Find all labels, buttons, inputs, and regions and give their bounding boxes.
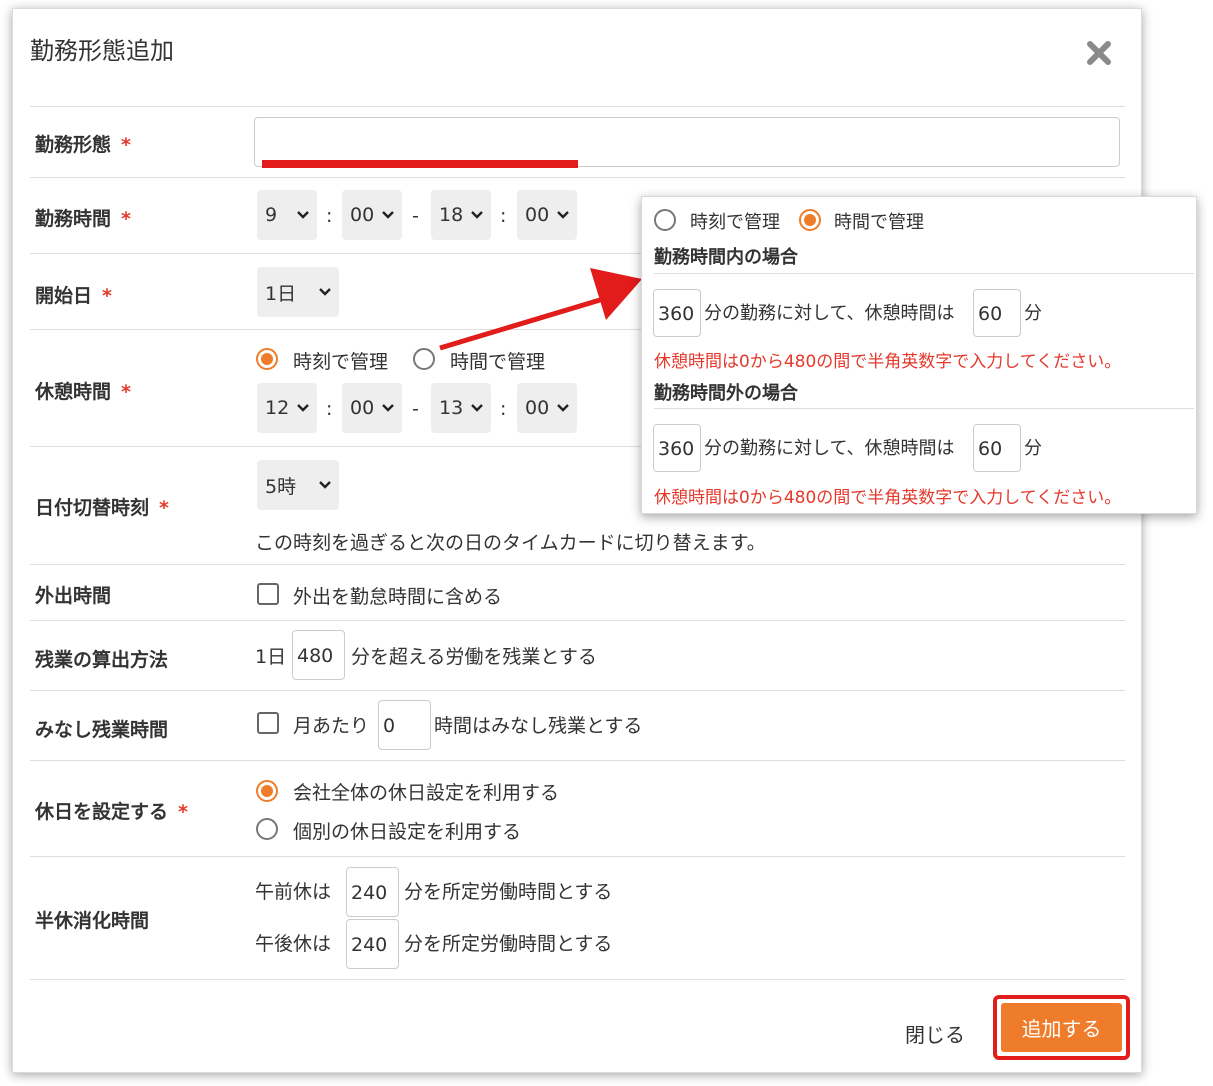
- divider: [30, 564, 1125, 565]
- redacted-text-marker: [262, 160, 578, 168]
- outside-mid-text: 分の勤務に対して、休憩時間は: [704, 438, 955, 459]
- overtime-label: 残業の算出方法: [35, 649, 169, 671]
- half-day-pm-prefix: 午後休は: [255, 933, 332, 955]
- outside-break-minutes-input[interactable]: 60: [973, 424, 1021, 472]
- holiday-company-radio[interactable]: [256, 780, 278, 802]
- half-day-label: 半休消化時間: [35, 910, 150, 932]
- work-start-min-select[interactable]: 00: [342, 190, 402, 240]
- popup-clock-radio[interactable]: [654, 209, 676, 231]
- within-hours-title: 勤務時間内の場合: [654, 247, 798, 268]
- within-work-minutes-input[interactable]: 360: [653, 289, 701, 337]
- chevron-down-icon: [297, 404, 309, 412]
- close-button[interactable]: 閉じる: [905, 1019, 965, 1048]
- within-mid-text: 分の勤務に対して、休憩時間は: [704, 303, 955, 324]
- time-dash: -: [412, 205, 419, 227]
- day-switch-select[interactable]: 5時: [257, 460, 339, 510]
- break-clock-radio[interactable]: [256, 348, 278, 370]
- break-start-hour-select[interactable]: 12: [257, 383, 317, 433]
- time-colon: :: [326, 205, 333, 227]
- work-end-min-select[interactable]: 00: [517, 190, 577, 240]
- divider: [30, 856, 1125, 857]
- within-unit: 分: [1024, 303, 1042, 324]
- outside-work-minutes-input[interactable]: 360: [653, 424, 701, 472]
- deemed-overtime-checkbox[interactable]: [257, 712, 279, 734]
- close-icon[interactable]: [1085, 39, 1113, 67]
- overtime-prefix: 1日: [255, 646, 287, 668]
- half-day-am-input[interactable]: 240: [346, 867, 399, 917]
- break-duration-radio[interactable]: [413, 348, 435, 370]
- break-end-hour-select[interactable]: 13: [431, 383, 491, 433]
- chevron-down-icon: [382, 211, 394, 219]
- divider: [30, 690, 1125, 691]
- start-day-select[interactable]: 1日: [257, 267, 339, 317]
- outing-checkbox-label: 外出を勤怠時間に含める: [293, 586, 503, 608]
- time-dash: -: [412, 398, 419, 420]
- divider: [654, 408, 1194, 409]
- popup-duration-label: 時間で管理: [834, 212, 924, 233]
- overtime-minutes-input[interactable]: 480: [292, 630, 345, 680]
- half-day-pm-suffix: 分を所定労働時間とする: [404, 933, 613, 955]
- divider: [30, 620, 1125, 621]
- chevron-down-icon: [382, 404, 394, 412]
- divider: [30, 979, 1125, 980]
- popup-duration-radio[interactable]: [799, 209, 821, 231]
- holiday-individual-label: 個別の休日設定を利用する: [293, 821, 522, 843]
- popup-clock-label: 時刻で管理: [690, 212, 780, 233]
- modal-dialog: 勤務形態追加 勤務形態 * 勤務時間 * 9 : 00 - 18 : 00 開始日 *…: [12, 8, 1142, 1073]
- divider: [30, 177, 1125, 178]
- holiday-company-label: 会社全体の休日設定を利用する: [293, 782, 560, 804]
- chevron-down-icon: [297, 211, 309, 219]
- half-day-pm-input[interactable]: 240: [346, 919, 399, 969]
- break-duration-label: 時間で管理: [450, 351, 546, 373]
- start-day-label: 開始日 *: [35, 285, 112, 307]
- deemed-overtime-prefix: 月あたり: [293, 715, 370, 737]
- work-time-label: 勤務時間 *: [35, 208, 131, 230]
- modal-title: 勤務形態追加: [30, 37, 174, 65]
- break-end-min-select[interactable]: 00: [517, 383, 577, 433]
- day-switch-label: 日付切替時刻 *: [35, 497, 169, 519]
- day-switch-note: この時刻を過ぎると次の日のタイムカードに切り替えます。: [255, 532, 766, 554]
- outside-unit: 分: [1024, 438, 1042, 459]
- divider: [654, 273, 1194, 274]
- chevron-down-icon: [471, 211, 483, 219]
- chevron-down-icon: [557, 404, 569, 412]
- divider: [30, 106, 1125, 107]
- break-duration-popup: 時刻で管理 時間で管理 勤務時間内の場合 360 分の勤務に対して、休憩時間は …: [641, 196, 1197, 514]
- outing-label: 外出時間: [35, 585, 112, 607]
- holiday-individual-radio[interactable]: [256, 818, 278, 840]
- chevron-down-icon: [471, 404, 483, 412]
- break-time-label: 休憩時間 *: [35, 381, 131, 403]
- time-colon: :: [326, 398, 333, 420]
- work-type-label: 勤務形態 *: [35, 134, 131, 156]
- work-end-hour-select[interactable]: 18: [431, 190, 491, 240]
- deemed-overtime-label: みなし残業時間: [35, 719, 169, 741]
- within-break-minutes-input[interactable]: 60: [973, 289, 1021, 337]
- outside-error-message: 休憩時間は0から480の間で半角英数字で入力してください。: [654, 488, 1122, 508]
- overtime-suffix: 分を超える労働を残業とする: [351, 646, 597, 668]
- outing-checkbox[interactable]: [257, 583, 279, 605]
- half-day-am-suffix: 分を所定労働時間とする: [404, 881, 613, 903]
- deemed-overtime-suffix: 時間はみなし残業とする: [434, 715, 643, 737]
- break-start-min-select[interactable]: 00: [342, 383, 402, 433]
- add-button-highlight: 追加する: [993, 995, 1130, 1060]
- time-colon: :: [500, 398, 507, 420]
- deemed-overtime-input[interactable]: 0: [378, 700, 431, 750]
- time-colon: :: [500, 205, 507, 227]
- half-day-am-prefix: 午前休は: [255, 881, 332, 903]
- add-button[interactable]: 追加する: [1001, 1003, 1122, 1052]
- chevron-down-icon: [319, 288, 331, 296]
- within-error-message: 休憩時間は0から480の間で半角英数字で入力してください。: [654, 352, 1122, 372]
- holiday-label: 休日を設定する *: [35, 801, 188, 823]
- divider: [30, 760, 1125, 761]
- chevron-down-icon: [319, 481, 331, 489]
- break-clock-label: 時刻で管理: [293, 351, 389, 373]
- work-start-hour-select[interactable]: 9: [257, 190, 317, 240]
- chevron-down-icon: [557, 211, 569, 219]
- outside-hours-title: 勤務時間外の場合: [654, 383, 798, 404]
